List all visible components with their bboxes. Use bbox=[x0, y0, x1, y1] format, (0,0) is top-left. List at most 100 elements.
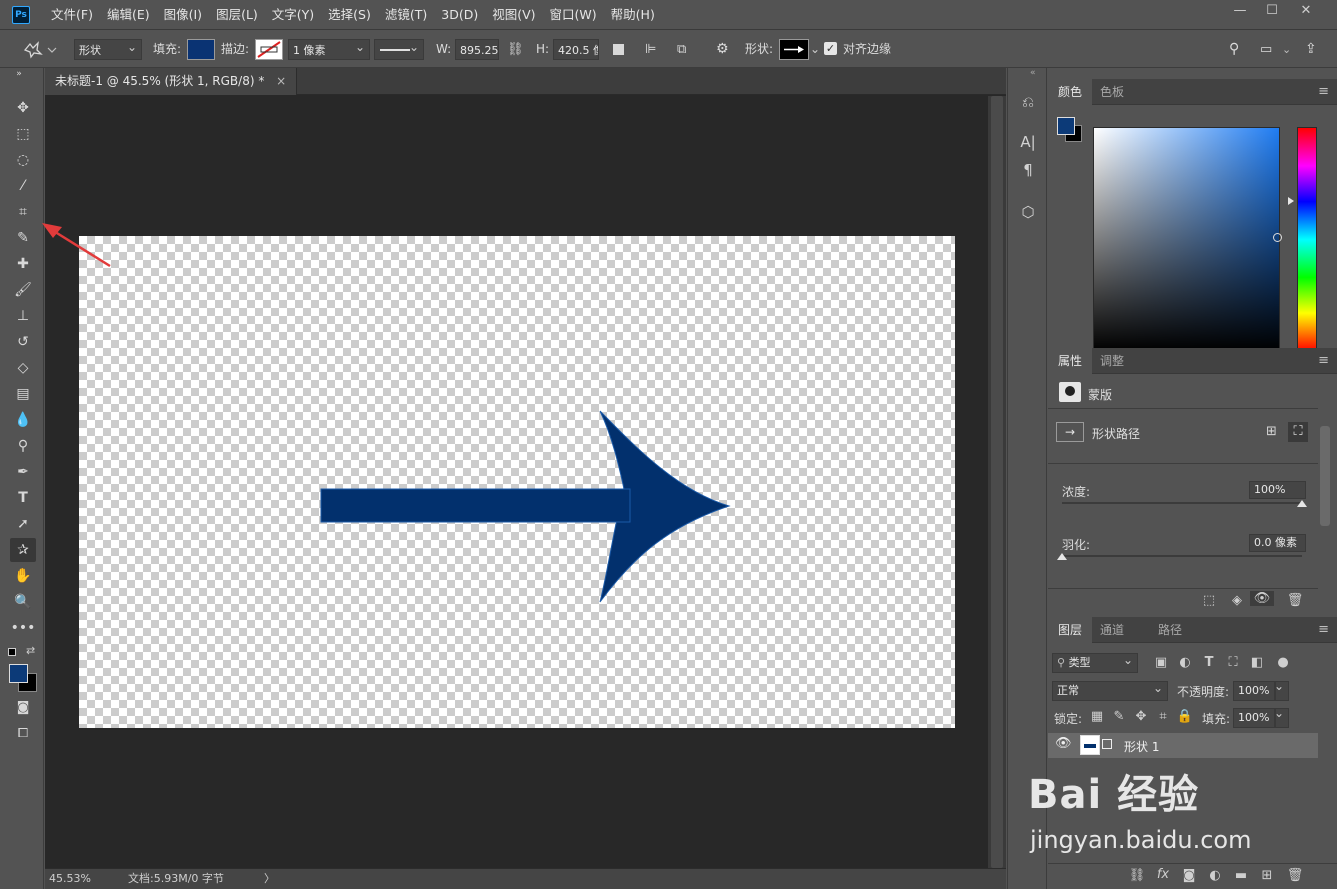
history-brush-tool-icon[interactable]: ↺ bbox=[10, 330, 36, 354]
path-alignment-icon[interactable]: ⊫ bbox=[645, 39, 663, 60]
swap-colors-icon[interactable]: ⇄ bbox=[26, 644, 35, 657]
menu-help[interactable]: 帮助(H) bbox=[604, 0, 662, 30]
feather-slider[interactable] bbox=[1062, 555, 1302, 557]
layer-row[interactable]: 👁 形状 1 bbox=[1048, 733, 1318, 758]
mask-icon[interactable] bbox=[1059, 382, 1081, 402]
smart-object-filter-icon[interactable]: ◧ bbox=[1248, 655, 1266, 670]
blur-tool-icon[interactable]: 💧 bbox=[10, 408, 36, 432]
shape-path-icon[interactable]: → bbox=[1056, 422, 1084, 442]
density-slider-thumb[interactable] bbox=[1297, 500, 1307, 507]
quick-mask-icon[interactable]: ◙ bbox=[10, 696, 36, 720]
healing-brush-tool-icon[interactable]: ✚ bbox=[10, 252, 36, 276]
layer-style-icon[interactable]: fx bbox=[1154, 867, 1172, 882]
density-input[interactable]: 100% bbox=[1249, 481, 1306, 499]
type-tool-icon[interactable]: T bbox=[10, 486, 36, 510]
crop-tool-icon[interactable]: ⌗ bbox=[10, 200, 36, 224]
blend-mode-select[interactable]: 正常 bbox=[1052, 679, 1168, 701]
default-colors-icon[interactable] bbox=[8, 648, 16, 656]
arrow-shape[interactable] bbox=[79, 236, 955, 728]
screen-mode-icon[interactable]: ⧠ bbox=[10, 722, 36, 746]
apply-mask-icon[interactable]: ◈ bbox=[1228, 593, 1246, 608]
status-menu-chevron-icon[interactable]: 〉 bbox=[264, 869, 275, 889]
stroke-type-select[interactable] bbox=[374, 37, 424, 60]
share-icon[interactable]: ⇪ bbox=[1305, 39, 1323, 60]
tab-adjustments[interactable]: 调整 bbox=[1090, 348, 1134, 374]
eyedropper-tool-icon[interactable]: ✎ bbox=[10, 226, 36, 250]
custom-shape-tool-icon[interactable]: ✰ bbox=[10, 538, 36, 562]
adjustment-layer-icon[interactable]: ◐ bbox=[1206, 868, 1224, 883]
tool-mode-select[interactable]: 形状 bbox=[74, 37, 142, 60]
color-picker-marker[interactable] bbox=[1273, 233, 1282, 242]
shape-picker-chevron-icon[interactable]: ⌄ bbox=[810, 39, 822, 60]
menu-file[interactable]: 文件(F) bbox=[44, 0, 100, 30]
tab-channels[interactable]: 通道 bbox=[1090, 617, 1134, 643]
layer-filter-select[interactable]: ⚲ 类型 bbox=[1052, 651, 1138, 673]
adjustment-filter-icon[interactable]: ◐ bbox=[1176, 655, 1194, 670]
history-panel-icon[interactable]: ⎌ bbox=[1016, 90, 1040, 114]
foreground-color-swatch[interactable] bbox=[9, 664, 28, 683]
lock-transparency-icon[interactable]: ▦ bbox=[1088, 709, 1106, 724]
opacity-dropdown[interactable] bbox=[1274, 679, 1289, 701]
properties-scrollbar-thumb[interactable] bbox=[1320, 426, 1330, 526]
menu-edit[interactable]: 编辑(E) bbox=[100, 0, 157, 30]
paragraph-panel-icon[interactable]: ¶ bbox=[1016, 158, 1040, 182]
menu-3d[interactable]: 3D(D) bbox=[434, 0, 485, 30]
document-tab[interactable]: 未标题-1 @ 45.5% (形状 1, RGB/8) * × bbox=[45, 68, 298, 95]
hue-slider-handle[interactable] bbox=[1288, 197, 1294, 205]
vertical-scrollbar-thumb[interactable] bbox=[991, 96, 1003, 868]
zoom-tool-icon[interactable]: 🔍 bbox=[10, 590, 36, 614]
character-panel-icon[interactable]: A| bbox=[1016, 130, 1040, 154]
menu-layer[interactable]: 图层(L) bbox=[209, 0, 265, 30]
close-window-button[interactable]: ✕ bbox=[1290, 0, 1322, 22]
shape-filter-icon[interactable]: ⛶ bbox=[1224, 655, 1242, 670]
fill-dropdown[interactable] bbox=[1274, 706, 1289, 728]
selection-icon[interactable]: ⬚ bbox=[1200, 593, 1218, 608]
stroke-width-field[interactable]: 1 像素 bbox=[288, 37, 370, 60]
transparent-canvas[interactable] bbox=[79, 236, 955, 728]
brush-tool-icon[interactable]: 🖌 bbox=[10, 278, 36, 302]
move-tool-icon[interactable]: ✥ bbox=[10, 96, 36, 120]
minimize-button[interactable]: — bbox=[1224, 0, 1256, 22]
tab-layers[interactable]: 图层 bbox=[1048, 617, 1093, 643]
feather-input[interactable]: 0.0 像素 bbox=[1249, 534, 1306, 552]
path-arrangement-icon[interactable]: ⧉ bbox=[677, 39, 697, 60]
lock-artboard-icon[interactable]: ⌗ bbox=[1154, 709, 1172, 724]
add-mask-icon[interactable]: ◙ bbox=[1180, 868, 1198, 883]
eraser-tool-icon[interactable]: ◇ bbox=[10, 356, 36, 380]
hue-slider[interactable] bbox=[1297, 127, 1317, 352]
maximize-button[interactable]: ☐ bbox=[1256, 0, 1288, 22]
path-operations-icon[interactable] bbox=[613, 39, 631, 60]
trash-icon[interactable]: 🗑 bbox=[1286, 593, 1304, 608]
panel-menu-icon[interactable]: ≡ bbox=[1318, 353, 1329, 368]
image-filter-icon[interactable]: ▣ bbox=[1152, 655, 1170, 670]
density-slider[interactable] bbox=[1062, 502, 1302, 504]
lock-position-icon[interactable]: ✥ bbox=[1132, 709, 1150, 724]
shape-picker[interactable] bbox=[779, 39, 809, 60]
link-layers-icon[interactable]: ⛓ bbox=[1128, 868, 1146, 883]
opacity-input[interactable]: 100% bbox=[1233, 681, 1275, 701]
foreground-color-swatch[interactable] bbox=[1057, 117, 1075, 135]
layer-name[interactable]: 形状 1 bbox=[1124, 738, 1159, 755]
width-input[interactable]: 895.25 像 bbox=[455, 39, 499, 60]
lock-pixels-icon[interactable]: ✎ bbox=[1110, 709, 1128, 724]
subtract-mask-icon[interactable]: ⛶ bbox=[1288, 422, 1308, 442]
workspace-icon[interactable]: ▭ bbox=[1260, 39, 1278, 60]
fill-input[interactable]: 100% bbox=[1233, 708, 1275, 728]
path-selection-tool-icon[interactable]: ➚ bbox=[10, 512, 36, 536]
type-filter-icon[interactable]: T bbox=[1200, 655, 1218, 670]
menu-image[interactable]: 图像(I) bbox=[157, 0, 209, 30]
link-dimensions-icon[interactable]: ⛓ bbox=[507, 39, 524, 60]
align-edges-checkbox[interactable]: ✓ bbox=[824, 42, 837, 55]
eye-icon[interactable]: 👁 bbox=[1250, 591, 1274, 606]
3d-panel-icon[interactable]: ⬡ bbox=[1016, 200, 1040, 224]
add-mask-icon[interactable]: ⊞ bbox=[1266, 424, 1277, 439]
menu-type[interactable]: 文字(Y) bbox=[265, 0, 321, 30]
pen-tool-icon[interactable]: ✒ bbox=[10, 460, 36, 484]
trash-icon[interactable]: 🗑 bbox=[1286, 868, 1304, 883]
fill-color-swatch[interactable] bbox=[187, 39, 215, 60]
tab-swatches[interactable]: 色板 bbox=[1090, 79, 1134, 105]
lock-all-icon[interactable]: 🔒 bbox=[1176, 709, 1194, 724]
gear-icon[interactable]: ⚙ bbox=[716, 39, 736, 60]
filter-toggle-icon[interactable]: ● bbox=[1274, 655, 1292, 670]
search-icon[interactable]: ⚲ bbox=[1229, 39, 1247, 60]
